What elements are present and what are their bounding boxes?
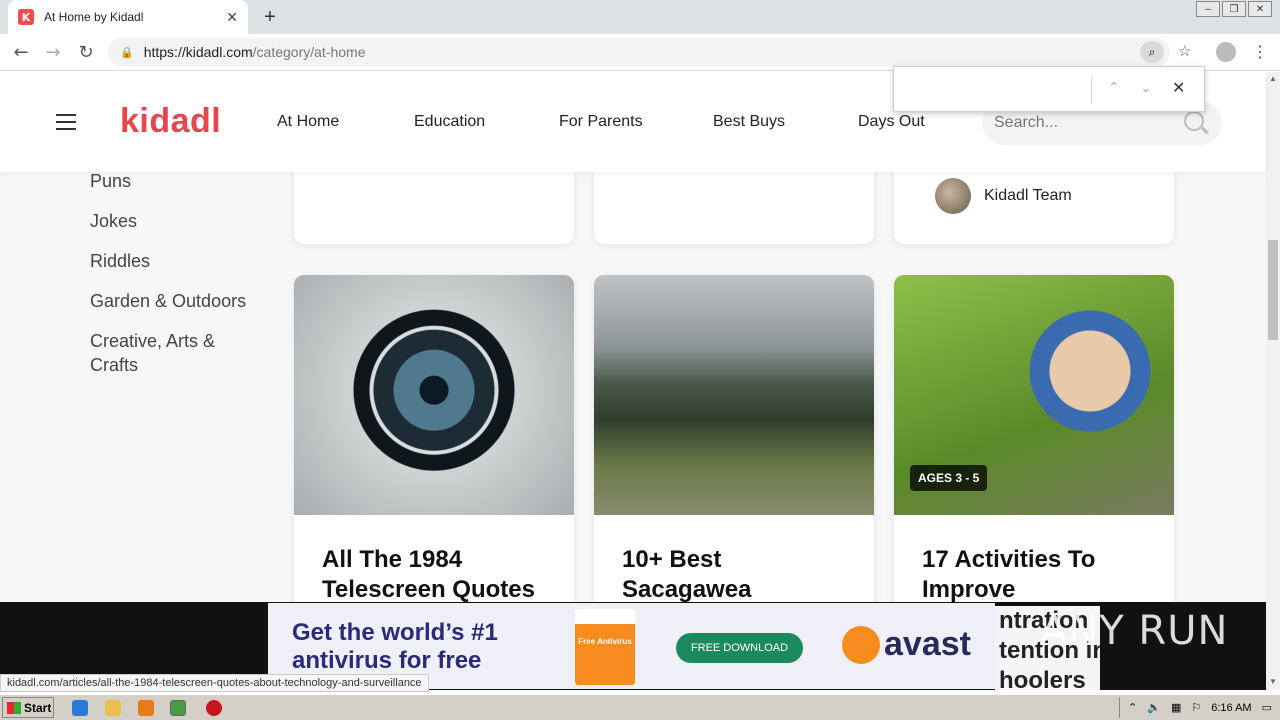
nav-best-buys[interactable]: Best Buys [713,113,785,131]
author-avatar [935,178,971,214]
find-bar: ⌃ ⌄ ✕ [893,66,1205,112]
ad-product-box: Free Antivirus [575,609,635,685]
find-in-page-icon[interactable]: ⌕ [1140,41,1164,63]
page-scrollbar[interactable]: ▲ ▼ [1266,72,1280,690]
page-content: Puns Jokes Riddles Garden & Outdoors Cre… [0,172,1266,602]
article-title[interactable]: 10+ Best Sacagawea [622,545,852,602]
article-card[interactable]: AGES 3 - 5 17 Activities To Improve [894,275,1174,602]
ad-headline: Get the world’s #1 antivirus for free [292,619,498,674]
kidadl-favicon-icon: K [18,9,34,25]
close-tab-icon[interactable]: ✕ [226,9,238,26]
chrome-icon[interactable] [170,700,186,716]
search-icon[interactable] [1184,111,1204,131]
volume-icon[interactable]: 🔈 [1147,701,1161,714]
nav-for-parents[interactable]: For Parents [559,113,643,131]
article-card[interactable]: 10+ Best Sacagawea [594,275,874,602]
avast-mark-icon [842,625,880,664]
anyrun-watermark: ANY RUN [1040,608,1229,654]
author-info: Kidadl Team [922,178,1072,214]
status-bar-url: kidadl.com/articles/all-the-1984-telescr… [0,674,429,692]
flag-icon[interactable]: ⚐ [1191,701,1201,714]
windows-logo-icon [7,701,21,714]
search-input[interactable] [994,114,1174,132]
back-arrow-icon[interactable]: ← [10,42,32,63]
close-window-icon[interactable]: ✕ [1248,1,1272,17]
hamburger-menu-icon[interactable] [56,114,76,130]
url-host: https://kidadl.com [143,44,253,60]
reload-icon[interactable]: ↻ [75,42,97,63]
scrollbar-thumb[interactable] [1268,240,1278,340]
article-card-top[interactable] [594,172,874,244]
menu-dots-icon[interactable]: ⋮ [1252,42,1268,62]
article-card[interactable]: All The 1984 Telescreen Quotes [294,275,574,602]
ie-icon[interactable] [72,700,88,716]
sidebar-item-puns[interactable]: Puns [90,172,131,193]
url-text: https://kidadl.com/category/at-home [144,44,366,60]
sidebar-item-garden-outdoors[interactable]: Garden & Outdoors [90,289,246,313]
network-icon[interactable]: ▦ [1171,701,1181,714]
nav-education[interactable]: Education [414,113,485,131]
start-button[interactable]: Start [2,697,54,718]
find-input[interactable] [902,77,1082,101]
tab-title: At Home by Kidadl [44,10,144,24]
tab-strip: K At Home by Kidadl ✕ + – ❐ ✕ [0,0,1280,34]
free-download-button[interactable]: FREE DOWNLOAD [676,633,803,663]
sidebar-item-creative-arts-crafts[interactable]: Creative, Arts & Crafts [90,329,240,377]
explorer-icon[interactable] [105,700,121,716]
sidebar-item-riddles[interactable]: Riddles [90,249,150,273]
find-next-icon[interactable]: ⌄ [1140,79,1152,96]
scroll-down-icon[interactable]: ▼ [1269,677,1277,686]
profile-avatar-icon[interactable] [1216,42,1236,62]
browser-tab[interactable]: K At Home by Kidadl ✕ [8,0,248,34]
article-title[interactable]: 17 Activities To Improve [922,545,1152,602]
find-separator [1091,76,1092,104]
find-close-icon[interactable]: ✕ [1172,78,1185,98]
kidadl-logo[interactable]: kidadl [120,102,221,141]
avast-logo: avast [838,625,971,664]
tray-arrow-icon[interactable]: ⌃ [1128,701,1137,714]
lock-icon: 🔒 [120,46,134,59]
scroll-up-icon[interactable]: ▲ [1269,74,1277,83]
nav-at-home[interactable]: At Home [277,113,339,131]
start-label: Start [24,700,52,715]
show-desktop-icon[interactable]: ▭ [1262,701,1272,714]
mountain-landscape-image[interactable] [594,275,874,515]
forward-arrow-icon[interactable]: → [42,42,64,63]
address-bar[interactable]: 🔒 https://kidadl.com/category/at-home [108,38,1170,66]
windows-taskbar: Start ⌃ 🔈 ▦ ⚐ 6:16 AM ▭ [0,694,1280,720]
age-badge: AGES 3 - 5 [910,465,988,491]
minimize-icon[interactable]: – [1196,1,1220,17]
sidebar-item-jokes[interactable]: Jokes [90,209,137,233]
camera-lens-image[interactable] [294,275,574,515]
restore-icon[interactable]: ❐ [1222,1,1246,17]
window-controls: – ❐ ✕ [1196,1,1272,17]
opera-icon[interactable] [206,700,222,716]
clock[interactable]: 6:16 AM [1211,702,1251,714]
find-previous-icon[interactable]: ⌃ [1108,79,1120,96]
bookmark-star-icon[interactable]: ☆ [1178,42,1191,60]
system-tray: ⌃ 🔈 ▦ ⚐ 6:16 AM ▭ [1119,697,1280,718]
author-name: Kidadl Team [984,187,1072,204]
new-tab-button[interactable]: + [260,6,280,29]
url-path: /category/at-home [252,44,366,60]
avast-brand: avast [884,625,971,663]
nav-days-out[interactable]: Days Out [858,113,925,131]
media-player-icon[interactable] [138,700,154,716]
article-title[interactable]: All The 1984 Telescreen Quotes [322,545,552,602]
article-card-top[interactable]: Kidadl Team [894,172,1174,244]
article-card-top[interactable] [294,172,574,244]
